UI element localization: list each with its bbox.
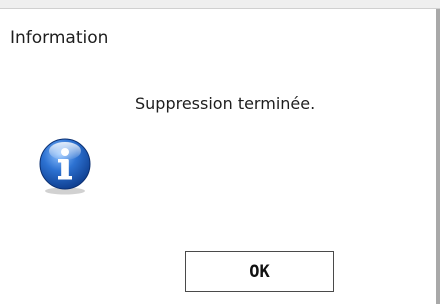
information-icon — [34, 134, 96, 196]
ok-button[interactable]: OK — [185, 251, 334, 292]
dialog-right-border — [436, 9, 440, 304]
window-top-strip — [0, 0, 440, 9]
dialog-message: Suppression terminée. — [135, 94, 316, 113]
screen: Information Suppression terminée. OK — [0, 0, 440, 304]
dialog-title: Information — [10, 28, 109, 48]
